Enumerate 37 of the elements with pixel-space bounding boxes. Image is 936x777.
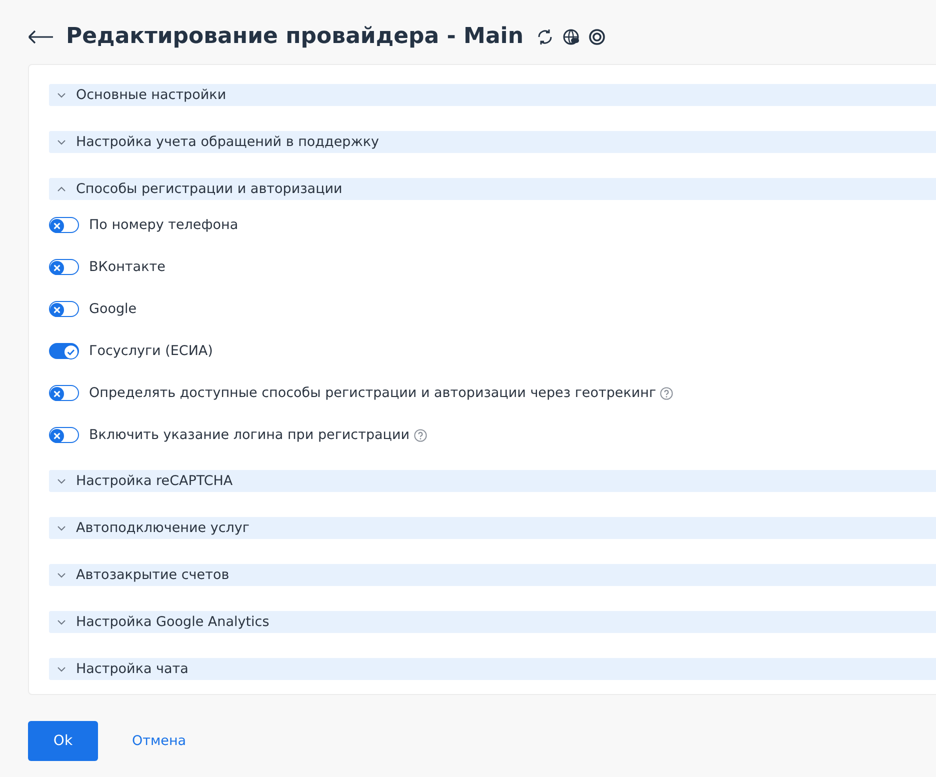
toggle-switch[interactable] (49, 343, 79, 359)
option-label: По номеру телефона (89, 216, 238, 235)
chevron-icon (57, 477, 66, 485)
back-arrow-icon[interactable] (28, 30, 54, 44)
refresh-icon[interactable] (536, 28, 554, 46)
chevron-icon (57, 665, 66, 673)
chevron-icon (57, 618, 66, 626)
help-icon[interactable] (660, 386, 674, 400)
cancel-link[interactable]: Отмена (132, 730, 186, 752)
globe-link-icon[interactable] (562, 28, 580, 46)
option-label: Google (89, 300, 137, 319)
section-header[interactable]: Настройка Google Analytics (49, 611, 936, 633)
ok-button[interactable]: Ok (28, 721, 98, 761)
chevron-icon (57, 138, 66, 146)
section-header[interactable]: Автозакрытие счетов (49, 564, 936, 586)
toggle-switch[interactable] (49, 217, 79, 233)
section-header[interactable]: Настройка reCAPTCHA (49, 470, 936, 492)
chevron-icon (57, 91, 66, 99)
chevron-icon (57, 571, 66, 579)
chevron-icon (57, 185, 66, 193)
section-header[interactable]: Способы регистрации и авторизации (49, 178, 936, 200)
chevron-icon (57, 524, 66, 532)
section-header[interactable]: Настройка учета обращений в поддержку (49, 131, 936, 153)
help-icon[interactable] (414, 428, 427, 442)
toggle-switch[interactable] (49, 301, 79, 317)
section-header[interactable]: Основные настройки (49, 84, 936, 106)
section-header[interactable]: Настройка чата (49, 658, 936, 680)
toggle-switch[interactable] (49, 385, 79, 401)
lifebuoy-icon[interactable] (588, 28, 606, 46)
option-label: ВКонтакте (89, 258, 166, 277)
page-title: Редактирование провайдера - Main (66, 24, 524, 50)
option-label: Определять доступные способы регистрации и авторизации через геотрекинг (89, 384, 656, 403)
toggle-switch[interactable] (49, 259, 79, 275)
option-label: Включить указание логина при регистрации (89, 426, 410, 445)
option-label: Госуслуги (ЕСИА) (89, 342, 213, 361)
toggle-switch[interactable] (49, 427, 79, 443)
section-header[interactable]: Автоподключение услуг (49, 517, 936, 539)
